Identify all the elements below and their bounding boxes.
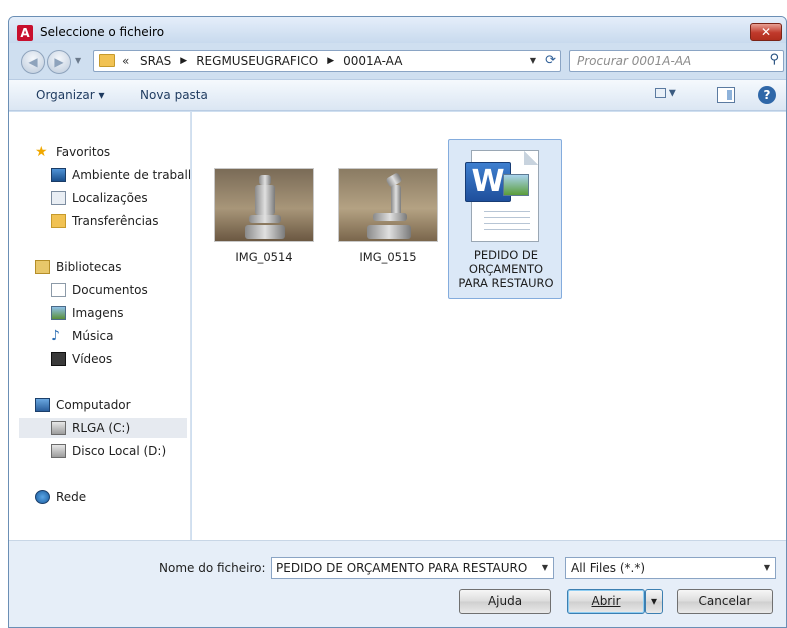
photo-thumbnail [214, 168, 314, 242]
image-icon [51, 306, 66, 320]
sidebar-item-images[interactable]: Imagens [51, 303, 190, 323]
file-name: PEDIDO DE ORÇAMENTO PARA RESTAURO [458, 248, 554, 290]
breadcrumb-item[interactable]: SRAS [136, 54, 175, 68]
sidebar-item-label: Bibliotecas [56, 260, 122, 274]
sidebar-item-drive-d[interactable]: Disco Local (D:) [51, 441, 190, 461]
desktop-icon [51, 168, 66, 182]
sidebar-item-label: Documentos [72, 283, 148, 297]
sidebar-item-network[interactable]: Rede [35, 487, 185, 507]
computer-icon [35, 398, 50, 412]
filename-input[interactable]: PEDIDO DE ORÇAMENTO PARA RESTAURO ▼ [271, 557, 554, 579]
view-options-button[interactable]: ▼ [655, 88, 681, 104]
document-icon [51, 283, 66, 297]
chevron-right-icon[interactable]: ▶ [175, 54, 192, 68]
sidebar-item-places[interactable]: Localizações [51, 188, 190, 208]
file-type-value: All Files (*.*) [571, 561, 646, 575]
sidebar-item-downloads[interactable]: Transferências [51, 211, 190, 231]
sidebar-item-favorites[interactable]: ★ Favoritos [35, 142, 185, 162]
command-toolbar: Organizar ▾ Nova pasta ▼ ? [9, 79, 786, 111]
breadcrumb: SRAS ▶ REGMUSEUGRAFICO ▶ 0001A-AA [136, 54, 406, 68]
sidebar-item-label: Computador [56, 398, 131, 412]
network-icon [35, 490, 50, 504]
close-button[interactable]: ✕ [750, 23, 782, 41]
cancel-button[interactable]: Cancelar [677, 589, 773, 614]
help-button[interactable]: Ajuda [459, 589, 551, 614]
address-dropdown-icon[interactable]: ▼ [530, 56, 536, 65]
sidebar-item-videos[interactable]: Vídeos [51, 349, 190, 369]
sidebar-item-desktop[interactable]: Ambiente de trabalho [51, 165, 191, 185]
recent-locations-dropdown[interactable]: ▼ [75, 56, 81, 65]
filename-value: PEDIDO DE ORÇAMENTO PARA RESTAURO [276, 561, 528, 575]
drive-icon [51, 421, 66, 435]
file-name: IMG_0514 [235, 250, 293, 264]
sidebar-item-label: Vídeos [72, 352, 113, 366]
sidebar-item-label: Localizações [72, 191, 148, 205]
new-folder-button[interactable]: Nova pasta [140, 88, 208, 102]
preview-pane-button[interactable] [717, 87, 735, 103]
file-item[interactable]: IMG_0515 [334, 152, 442, 272]
dialog-footer: Nome do ficheiro: PEDIDO DE ORÇAMENTO PA… [9, 540, 786, 627]
sidebar-item-label: Transferências [72, 214, 159, 228]
word-document-icon: W [463, 148, 543, 244]
back-button[interactable]: ◀ [21, 50, 45, 74]
app-icon: A [17, 25, 33, 41]
chevron-down-icon[interactable]: ▼ [542, 563, 548, 572]
music-icon: ♪ [51, 328, 60, 344]
window-title: Seleccione o ficheiro [40, 25, 165, 39]
sidebar-item-label: Música [72, 329, 114, 343]
file-type-select[interactable]: All Files (*.*) ▼ [565, 557, 776, 579]
folder-icon [99, 54, 115, 67]
sidebar-item-computer[interactable]: Computador [35, 395, 185, 415]
breadcrumb-item[interactable]: 0001A-AA [339, 54, 406, 68]
sidebar-item-label: Disco Local (D:) [72, 444, 167, 458]
sidebar-item-documents[interactable]: Documentos [51, 280, 190, 300]
open-button[interactable]: Abrir [567, 589, 645, 614]
places-icon [51, 191, 66, 205]
file-item-selected[interactable]: W PEDIDO DE ORÇAMENTO PARA RESTAURO [448, 139, 562, 299]
search-input[interactable]: Procurar 0001A-AA ⚲ [569, 50, 784, 72]
forward-button[interactable]: ▶ [47, 50, 71, 74]
file-name: IMG_0515 [359, 250, 417, 264]
search-placeholder: Procurar 0001A-AA [577, 54, 692, 68]
file-list: IMG_0514 IMG_0515 W PEDIDO DE ORÇAMENTO … [192, 112, 786, 540]
chevron-right-icon[interactable]: ▶ [322, 54, 339, 68]
chevron-down-icon[interactable]: ▼ [764, 563, 770, 572]
sidebar-item-label: Rede [56, 490, 87, 504]
sidebar-item-drive-c[interactable]: RLGA (C:) [19, 418, 187, 438]
organize-menu[interactable]: Organizar ▾ [36, 88, 105, 102]
drive-icon [51, 444, 66, 458]
view-icon [655, 88, 666, 98]
title-bar: A Seleccione o ficheiro ✕ [9, 17, 786, 43]
sidebar-item-label: Imagens [72, 306, 124, 320]
sidebar-item-libraries[interactable]: Bibliotecas [35, 257, 185, 277]
breadcrumb-overflow-icon[interactable]: « [122, 54, 129, 68]
open-options-dropdown[interactable]: ▾ [645, 589, 663, 614]
file-dialog-window: A Seleccione o ficheiro ✕ ◀ ▶ ▼ « SRAS ▶… [8, 16, 787, 628]
refresh-icon[interactable]: ⟳ [545, 53, 556, 68]
library-icon [35, 260, 50, 274]
help-icon[interactable]: ? [758, 86, 776, 104]
sidebar-item-label: Favoritos [56, 145, 111, 159]
star-icon: ★ [35, 144, 48, 160]
breadcrumb-item[interactable]: REGMUSEUGRAFICO [192, 54, 322, 68]
sidebar-item-music[interactable]: ♪ Música [51, 326, 190, 346]
sidebar-item-label: RLGA (C:) [72, 421, 131, 435]
sidebar-item-label: Ambiente de trabalho [72, 168, 191, 182]
search-icon[interactable]: ⚲ [769, 52, 779, 67]
photo-thumbnail [338, 168, 438, 242]
video-icon [51, 352, 66, 366]
navigation-bar: ◀ ▶ ▼ « SRAS ▶ REGMUSEUGRAFICO ▶ 0001A-A… [9, 43, 786, 77]
filename-label: Nome do ficheiro: [159, 561, 266, 575]
downloads-icon [51, 214, 66, 228]
file-item[interactable]: IMG_0514 [210, 152, 318, 272]
address-bar[interactable]: « SRAS ▶ REGMUSEUGRAFICO ▶ 0001A-AA ▼ ⟳ [93, 50, 561, 72]
navigation-pane: ★ Favoritos Ambiente de trabalho Localiz… [9, 112, 191, 540]
